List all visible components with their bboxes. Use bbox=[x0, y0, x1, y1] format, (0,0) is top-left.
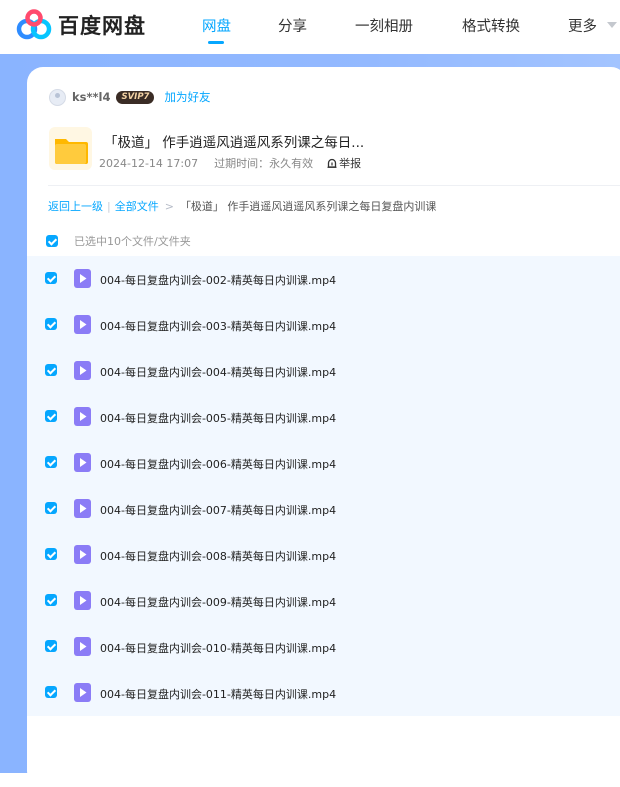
nav-share[interactable]: 分享 bbox=[278, 15, 307, 36]
file-checkbox[interactable] bbox=[45, 502, 57, 514]
file-name[interactable]: 004-每日复盘内训会-003-精英每日内训课.mp4 bbox=[100, 318, 336, 334]
all-files-link[interactable]: 全部文件 bbox=[115, 198, 159, 214]
file-checkbox[interactable] bbox=[45, 456, 57, 468]
file-checkbox[interactable] bbox=[45, 686, 57, 698]
share-title: 「极道」 作手逍遥风逍遥风系列课之每日... bbox=[104, 135, 365, 151]
file-row[interactable]: 004-每日复盘内训会-006-精英每日内训课.mp4 bbox=[27, 440, 620, 486]
share-meta: 2024-12-14 17:07 过期时间：永久有效 举报 bbox=[99, 155, 361, 171]
avatar[interactable] bbox=[49, 88, 66, 106]
report-button[interactable]: 举报 bbox=[327, 155, 361, 171]
svip-badge: SVIP7 bbox=[116, 90, 155, 104]
video-file-icon bbox=[74, 683, 91, 702]
nav-format-convert[interactable]: 格式转换 bbox=[462, 15, 520, 36]
file-checkbox[interactable] bbox=[45, 594, 57, 606]
file-row[interactable]: 004-每日复盘内训会-008-精英每日内训课.mp4 bbox=[27, 532, 620, 578]
file-name[interactable]: 004-每日复盘内训会-006-精英每日内训课.mp4 bbox=[100, 456, 336, 472]
file-checkbox[interactable] bbox=[45, 410, 57, 422]
file-checkbox[interactable] bbox=[45, 364, 57, 376]
file-row[interactable]: 004-每日复盘内训会-005-精英每日内训课.mp4 bbox=[27, 394, 620, 440]
file-name[interactable]: 004-每日复盘内训会-005-精英每日内训课.mp4 bbox=[100, 410, 336, 426]
current-folder: 「极道」 作手逍遥风逍遥风系列课之每日复盘内训课 bbox=[179, 200, 437, 213]
divider bbox=[48, 185, 620, 186]
video-file-icon bbox=[74, 453, 91, 472]
file-name[interactable]: 004-每日复盘内训会-004-精英每日内训课.mp4 bbox=[100, 364, 336, 380]
file-row[interactable]: 004-每日复盘内训会-009-精英每日内训课.mp4 bbox=[27, 578, 620, 624]
folder-icon bbox=[49, 127, 92, 170]
video-file-icon bbox=[74, 637, 91, 656]
breadcrumb-separator: | bbox=[107, 199, 111, 213]
top-navigation-bar: 百度网盘 网盘 分享 一刻相册 格式转换 更多 bbox=[0, 0, 620, 54]
select-all-checkbox[interactable] bbox=[46, 235, 58, 247]
video-file-icon bbox=[74, 545, 91, 564]
file-name[interactable]: 004-每日复盘内训会-011-精英每日内训课.mp4 bbox=[100, 686, 336, 702]
share-date: 2024-12-14 17:07 bbox=[99, 156, 199, 170]
add-friend-link[interactable]: 加为好友 bbox=[164, 89, 210, 105]
video-file-icon bbox=[74, 269, 91, 288]
breadcrumb: 返回上一级 | 全部文件 > 「极道」 作手逍遥风逍遥风系列课之每日复盘内训课 bbox=[48, 198, 436, 214]
logo[interactable]: 百度网盘 bbox=[16, 9, 146, 41]
file-name[interactable]: 004-每日复盘内训会-009-精英每日内训课.mp4 bbox=[100, 594, 336, 610]
select-all-row: 已选中10个文件/文件夹 bbox=[46, 233, 191, 249]
nav-netdisk[interactable]: 网盘 bbox=[202, 15, 231, 36]
chevron-down-icon[interactable] bbox=[607, 22, 617, 28]
file-row[interactable]: 004-每日复盘内训会-004-精英每日内训课.mp4 bbox=[27, 348, 620, 394]
file-name[interactable]: 004-每日复盘内训会-002-精英每日内训课.mp4 bbox=[100, 272, 336, 288]
nav-active-indicator bbox=[208, 41, 224, 44]
file-row[interactable]: 004-每日复盘内训会-010-精英每日内训课.mp4 bbox=[27, 624, 620, 670]
back-link[interactable]: 返回上一级 bbox=[48, 198, 103, 214]
share-user-info: ks**l4 SVIP7 加为好友 bbox=[49, 88, 210, 106]
file-name[interactable]: 004-每日复盘内训会-007-精英每日内训课.mp4 bbox=[100, 502, 336, 518]
report-icon bbox=[327, 158, 337, 168]
selection-count: 已选中10个文件/文件夹 bbox=[74, 235, 191, 248]
share-expire: 过期时间：永久有效 bbox=[214, 157, 314, 170]
report-label: 举报 bbox=[339, 157, 362, 170]
logo-text: 百度网盘 bbox=[58, 14, 146, 38]
baidu-netdisk-logo-icon bbox=[16, 9, 52, 41]
video-file-icon bbox=[74, 591, 91, 610]
file-checkbox[interactable] bbox=[45, 318, 57, 330]
video-file-icon bbox=[74, 361, 91, 380]
user-name[interactable]: ks**l4 bbox=[72, 90, 110, 104]
file-row[interactable]: 004-每日复盘内训会-002-精英每日内训课.mp4 bbox=[27, 256, 620, 302]
file-list: 004-每日复盘内训会-002-精英每日内训课.mp4 004-每日复盘内训会-… bbox=[27, 256, 620, 716]
file-checkbox[interactable] bbox=[45, 272, 57, 284]
file-name[interactable]: 004-每日复盘内训会-010-精英每日内训课.mp4 bbox=[100, 640, 336, 656]
file-row[interactable]: 004-每日复盘内训会-007-精英每日内训课.mp4 bbox=[27, 486, 620, 532]
video-file-icon bbox=[74, 315, 91, 334]
video-file-icon bbox=[74, 499, 91, 518]
file-row[interactable]: 004-每日复盘内训会-011-精英每日内训课.mp4 bbox=[27, 670, 620, 716]
file-checkbox[interactable] bbox=[45, 640, 57, 652]
file-row[interactable]: 004-每日复盘内训会-003-精英每日内训课.mp4 bbox=[27, 302, 620, 348]
file-name[interactable]: 004-每日复盘内训会-008-精英每日内训课.mp4 bbox=[100, 548, 336, 564]
nav-more[interactable]: 更多 bbox=[568, 15, 597, 36]
video-file-icon bbox=[74, 407, 91, 426]
nav-album[interactable]: 一刻相册 bbox=[355, 15, 413, 36]
breadcrumb-arrow: > bbox=[164, 199, 174, 213]
file-checkbox[interactable] bbox=[45, 548, 57, 560]
